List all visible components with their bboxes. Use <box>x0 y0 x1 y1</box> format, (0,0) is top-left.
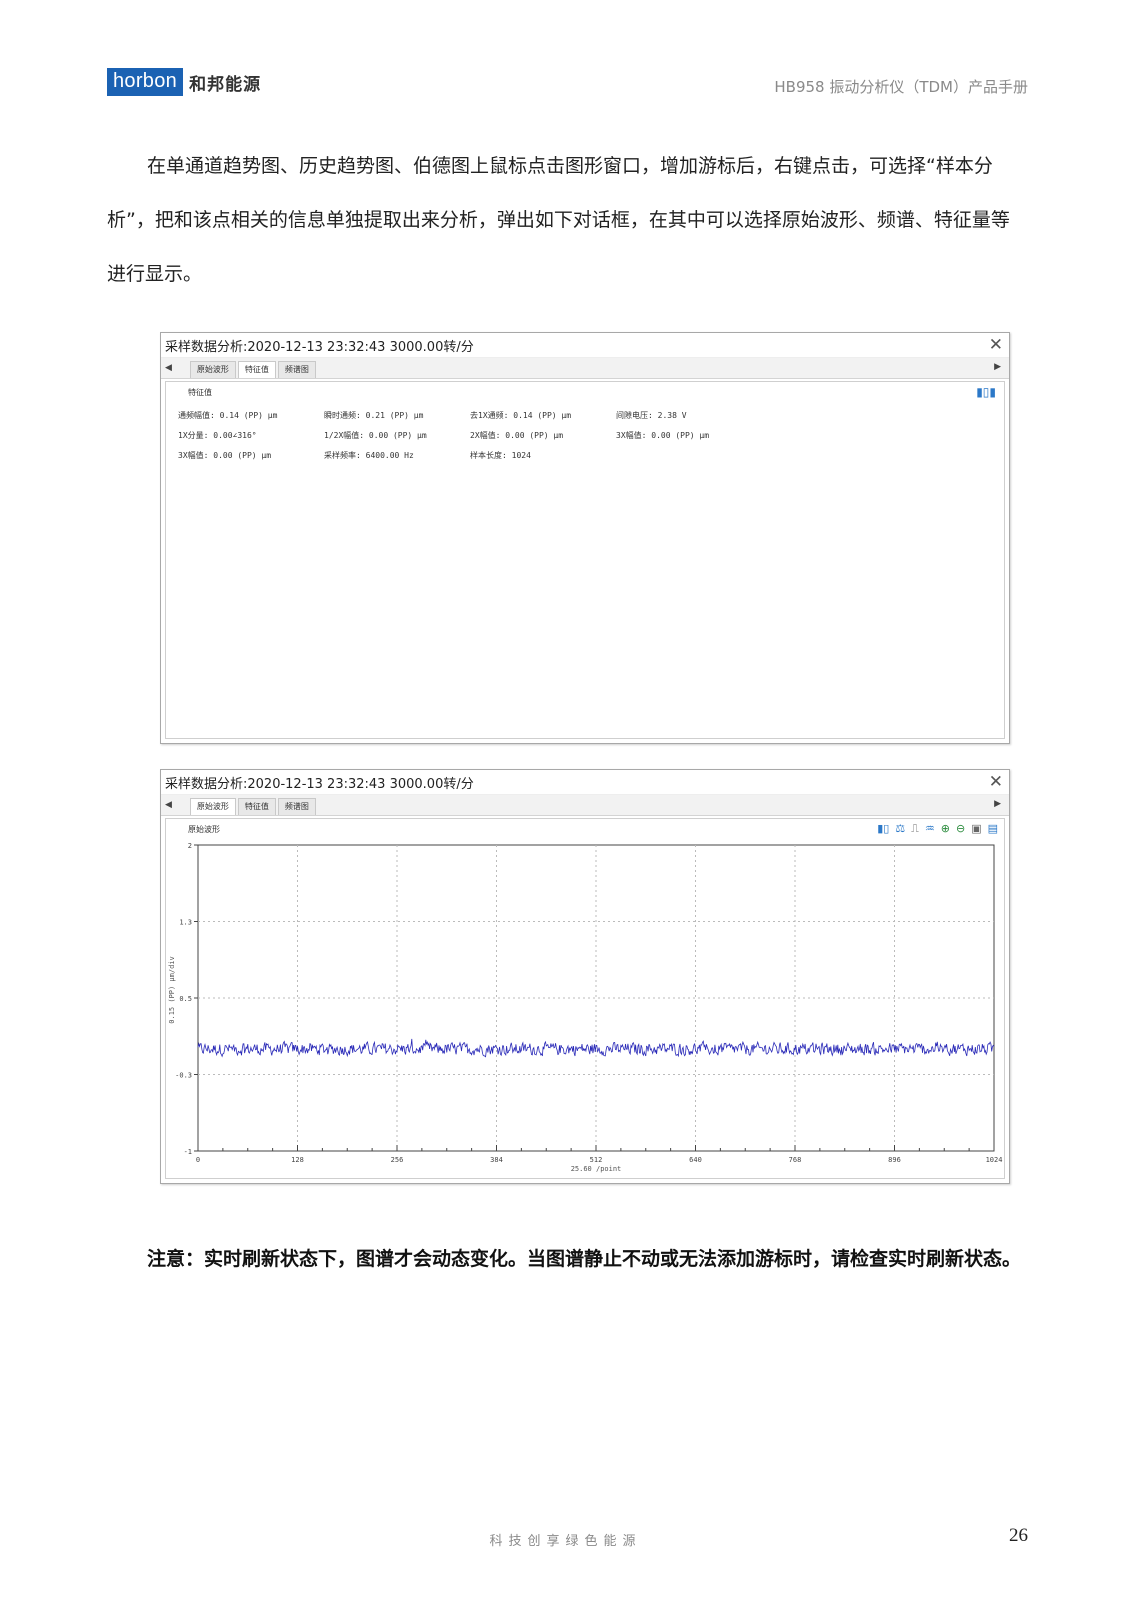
note-text: 注意：实时刷新状态下，图谱才会动态变化。当图谱静止不动或无法添加游标时，请检查实… <box>147 1248 1022 1270</box>
tab-feature-values[interactable]: 特征值 <box>237 361 276 378</box>
panel-label: 原始波形 <box>188 825 220 834</box>
tab-feature-values[interactable]: 特征值 <box>237 798 276 815</box>
feature-item: 去1X通频: 0.14 (PP) μm <box>470 411 572 420</box>
x-tick-label: 256 <box>391 1156 404 1164</box>
waveform-panel: 原始波形 ▮▯ ⚖ ⎍ ♒ ⊕ ⊖ ▣ ▤ 0 128 256 384 512 640 76… <box>165 818 1005 1179</box>
tab-scroll-left-icon[interactable]: ◀ <box>165 363 172 373</box>
intro-text: 在单通道趋势图、历史趋势图、伯德图上鼠标点击图形窗口，增加游标后，右键点击，可选… <box>107 155 1010 285</box>
waveform-chart: 0 128 256 384 512 640 768 896 1024 2 1.3 0.5 -0.3 -1 0… <box>168 842 1003 1173</box>
y-tick-label: 1.3 <box>179 919 192 927</box>
tab-bar: ◀ 原始波形 特征值 频谱图 ▶ <box>161 358 1009 379</box>
waterfall-icon[interactable]: ♒ <box>925 822 935 835</box>
feature-item: 3X幅值: 0.00 (PP) μm <box>616 431 710 440</box>
page-number: 26 <box>1009 1525 1028 1546</box>
dialog-titlebar: 采样数据分析:2020-12-13 23:32:43 3000.00转/分 ✕ <box>161 333 1009 358</box>
x-tick-label: 1024 <box>986 1156 1003 1164</box>
document-title: HB958 振动分析仪（TDM）产品手册 <box>774 78 1028 96</box>
y-axis-label: 0.15 (PP) μm/div <box>168 956 176 1023</box>
chart-toolbar: ▮▯ ⚖ ⎍ ♒ ⊕ ⊖ ▣ ▤ <box>877 822 998 835</box>
note-paragraph: 注意：实时刷新状态下，图谱才会动态变化。当图谱静止不动或无法添加游标时，请检查实… <box>107 1232 1027 1286</box>
feature-panel: 特征值 ▮▯▮ 通频幅值: 0.14 (PP) μm 瞬时通频: 0.21 (P… <box>165 381 1005 739</box>
tab-raw-waveform[interactable]: 原始波形 <box>189 361 236 378</box>
x-tick-label: 768 <box>789 1156 802 1164</box>
logo-text: horbon <box>107 68 184 96</box>
dialog-title: 采样数据分析:2020-12-13 23:32:43 3000.00转/分 <box>165 339 474 355</box>
intro-paragraph: 在单通道趋势图、历史趋势图、伯德图上鼠标点击图形窗口，增加游标后，右键点击，可选… <box>107 139 1027 301</box>
dialog-title: 采样数据分析:2020-12-13 23:32:43 3000.00转/分 <box>165 776 474 792</box>
feature-item: 通频幅值: 0.14 (PP) μm <box>178 411 278 420</box>
company-logo: horbon 和邦能源 <box>107 68 261 96</box>
bar-chart-icon[interactable]: ▮▯▮ <box>976 385 996 399</box>
zoom-in-icon[interactable]: ⊕ <box>941 822 950 835</box>
feature-item: 1/2X幅值: 0.00 (PP) μm <box>324 431 427 440</box>
tab-raw-waveform[interactable]: 原始波形 <box>189 798 236 815</box>
y-tick-label: -1 <box>184 1148 192 1156</box>
x-tick-label: 384 <box>490 1156 503 1164</box>
save-icon[interactable]: ▤ <box>988 822 998 835</box>
bar-chart-icon[interactable]: ▮▯ <box>877 822 889 835</box>
cursor-icon[interactable]: ⎍ <box>911 822 919 835</box>
close-icon[interactable]: ✕ <box>989 772 1003 792</box>
tab-bar: ◀ 原始波形 特征值 频谱图 ▶ <box>161 795 1009 816</box>
panel-label: 特征值 <box>188 388 212 397</box>
zoom-out-icon[interactable]: ⊖ <box>956 822 965 835</box>
feature-grid: 通频幅值: 0.14 (PP) μm 瞬时通频: 0.21 (PP) μm 去1… <box>178 410 762 462</box>
y-tick-label: 0.5 <box>179 995 192 1003</box>
y-tick-label: 2 <box>188 842 192 850</box>
x-tick-label: 512 <box>590 1156 603 1164</box>
x-tick-label: 896 <box>888 1156 901 1164</box>
feature-item: 1X分量: 0.00∠316° <box>178 431 257 440</box>
tab-spectrum[interactable]: 频谱图 <box>277 361 316 378</box>
close-icon[interactable]: ✕ <box>989 335 1003 355</box>
x-tick-label: 0 <box>196 1156 200 1164</box>
feature-item: 3X幅值: 0.00 (PP) μm <box>178 451 272 460</box>
footer-slogan: 科技创享绿色能源 <box>489 1534 642 1549</box>
x-tick-label: 128 <box>291 1156 304 1164</box>
dialog-titlebar: 采样数据分析:2020-12-13 23:32:43 3000.00转/分 ✕ <box>161 770 1009 795</box>
feature-item: 2X幅值: 0.00 (PP) μm <box>470 431 564 440</box>
sample-analysis-dialog-waveform: 采样数据分析:2020-12-13 23:32:43 3000.00转/分 ✕ … <box>160 769 1010 1184</box>
scale-icon[interactable]: ⚖ <box>895 822 905 835</box>
feature-item <box>616 450 762 462</box>
feature-item: 采样频率: 6400.00 Hz <box>324 451 414 460</box>
camera-icon[interactable]: ▣ <box>971 822 981 835</box>
logo-cn-text: 和邦能源 <box>189 74 262 95</box>
x-tick-label: 640 <box>689 1156 702 1164</box>
feature-item: 瞬时通频: 0.21 (PP) μm <box>324 411 424 420</box>
feature-item: 间隙电压: 2.38 V <box>616 411 687 420</box>
feature-item: 样本长度: 1024 <box>470 451 531 460</box>
tab-spectrum[interactable]: 频谱图 <box>277 798 316 815</box>
tab-scroll-left-icon[interactable]: ◀ <box>165 800 172 810</box>
tab-scroll-right-icon[interactable]: ▶ <box>994 362 1001 372</box>
sample-analysis-dialog-features: 采样数据分析:2020-12-13 23:32:43 3000.00转/分 ✕ … <box>160 332 1010 744</box>
x-axis-label: 25.60 /point <box>571 1165 622 1173</box>
y-tick-label: -0.3 <box>175 1072 192 1080</box>
tab-scroll-right-icon[interactable]: ▶ <box>994 799 1001 809</box>
